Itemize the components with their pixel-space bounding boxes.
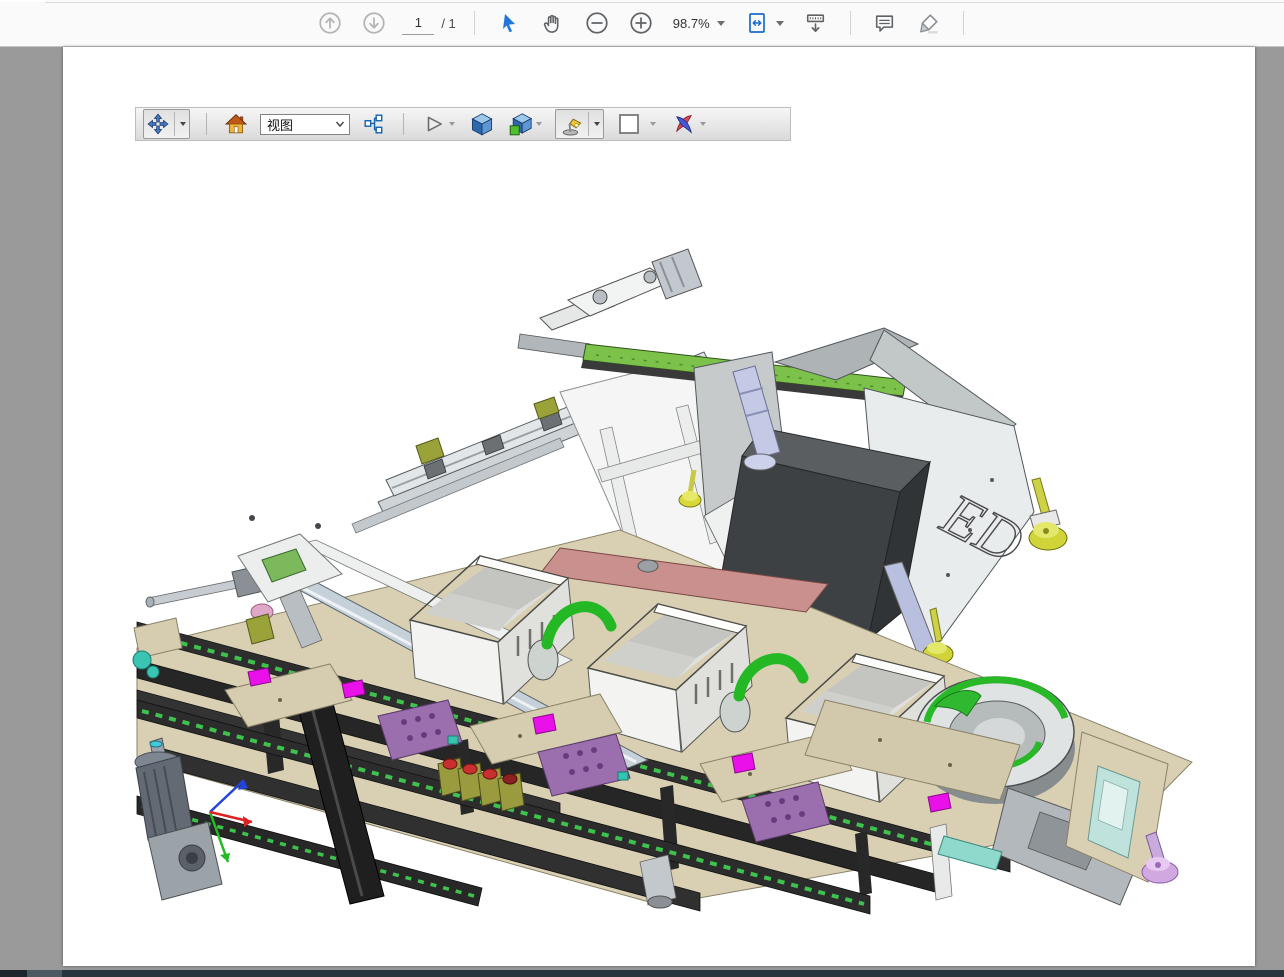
highlighter-icon xyxy=(916,10,942,36)
zoom-level-value: 98.7% xyxy=(673,16,710,31)
play-icon xyxy=(422,113,446,135)
taskbar-strip xyxy=(0,970,1284,977)
zoom-in-button[interactable] xyxy=(625,7,657,39)
toolbar-separator xyxy=(474,11,475,35)
circle-arrow-up-icon xyxy=(317,10,343,36)
zoom-level-dropdown[interactable]: 98.7% xyxy=(669,16,729,31)
lamp-icon xyxy=(559,112,583,136)
shaded-view-button[interactable] xyxy=(468,110,496,138)
hand-tool-button[interactable] xyxy=(537,7,569,39)
chevron-down-icon xyxy=(776,21,784,26)
toolbar-separator xyxy=(850,11,851,35)
document-area: ED xyxy=(0,47,1284,970)
3d-model-viewport[interactable]: ED xyxy=(63,47,1255,966)
background-swatch-icon xyxy=(617,112,641,136)
zoom-out-button[interactable] xyxy=(581,7,613,39)
render-mode-button[interactable] xyxy=(507,110,544,138)
taskbar-active-item xyxy=(27,970,62,977)
view-dropdown[interactable]: 视图 xyxy=(260,114,350,135)
dock-toolbar-icon xyxy=(803,11,828,36)
chevron-down-icon xyxy=(717,21,725,26)
lighting-button[interactable] xyxy=(555,109,604,139)
page-number-input[interactable] xyxy=(402,12,434,35)
edrawings-toolbar: 视图 xyxy=(135,107,791,141)
ed-toolbar-separator xyxy=(206,113,207,135)
chevron-down-icon xyxy=(335,120,345,128)
select-tool-button[interactable] xyxy=(493,7,525,39)
view-dropdown-value: 视图 xyxy=(267,115,293,134)
page-total-label: / 1 xyxy=(441,16,455,31)
button-divider xyxy=(588,112,589,136)
home-view-button[interactable] xyxy=(223,110,249,138)
chevron-down-icon xyxy=(449,122,455,126)
render-mode-icon xyxy=(509,112,533,136)
chevron-down-icon xyxy=(180,122,186,126)
page-number-group: / 1 xyxy=(402,12,455,35)
pdf-page: ED xyxy=(63,47,1255,966)
previous-page-button[interactable] xyxy=(314,7,346,39)
next-page-button[interactable] xyxy=(358,7,390,39)
toolbar-separator xyxy=(963,11,964,35)
hide-toolbar-button[interactable] xyxy=(800,7,832,39)
acrobat-window: / 1 98.7% xyxy=(0,0,1284,977)
circle-arrow-down-icon xyxy=(361,10,387,36)
home-icon xyxy=(225,113,247,135)
taskbar-segment xyxy=(0,970,27,977)
hand-icon xyxy=(540,11,565,36)
chevron-down-icon xyxy=(700,122,706,126)
cross-section-button[interactable] xyxy=(669,110,708,138)
fit-page-dropdown[interactable] xyxy=(741,11,788,35)
ed-toolbar-separator xyxy=(403,113,404,135)
plus-circle-icon xyxy=(628,10,654,36)
pdf-toolbar: / 1 98.7% xyxy=(0,0,1284,47)
chevron-down-icon xyxy=(594,122,600,126)
play-animation-button[interactable] xyxy=(420,110,457,138)
comment-bubble-icon xyxy=(872,11,897,36)
pan-3d-icon xyxy=(147,113,169,135)
comment-button[interactable] xyxy=(869,7,901,39)
model-tree-button[interactable] xyxy=(361,110,387,138)
button-divider xyxy=(174,112,175,136)
fit-page-icon xyxy=(745,11,769,35)
background-color-button[interactable] xyxy=(615,110,658,138)
minus-circle-icon xyxy=(584,10,610,36)
cursor-icon xyxy=(497,11,521,35)
chevron-down-icon xyxy=(536,122,542,126)
shaded-cube-icon xyxy=(470,112,494,136)
cross-section-icon xyxy=(671,112,697,136)
pan-3d-button[interactable] xyxy=(143,109,190,139)
highlight-button[interactable] xyxy=(913,7,945,39)
chevron-down-icon xyxy=(650,122,656,126)
model-tree-icon xyxy=(363,113,385,135)
